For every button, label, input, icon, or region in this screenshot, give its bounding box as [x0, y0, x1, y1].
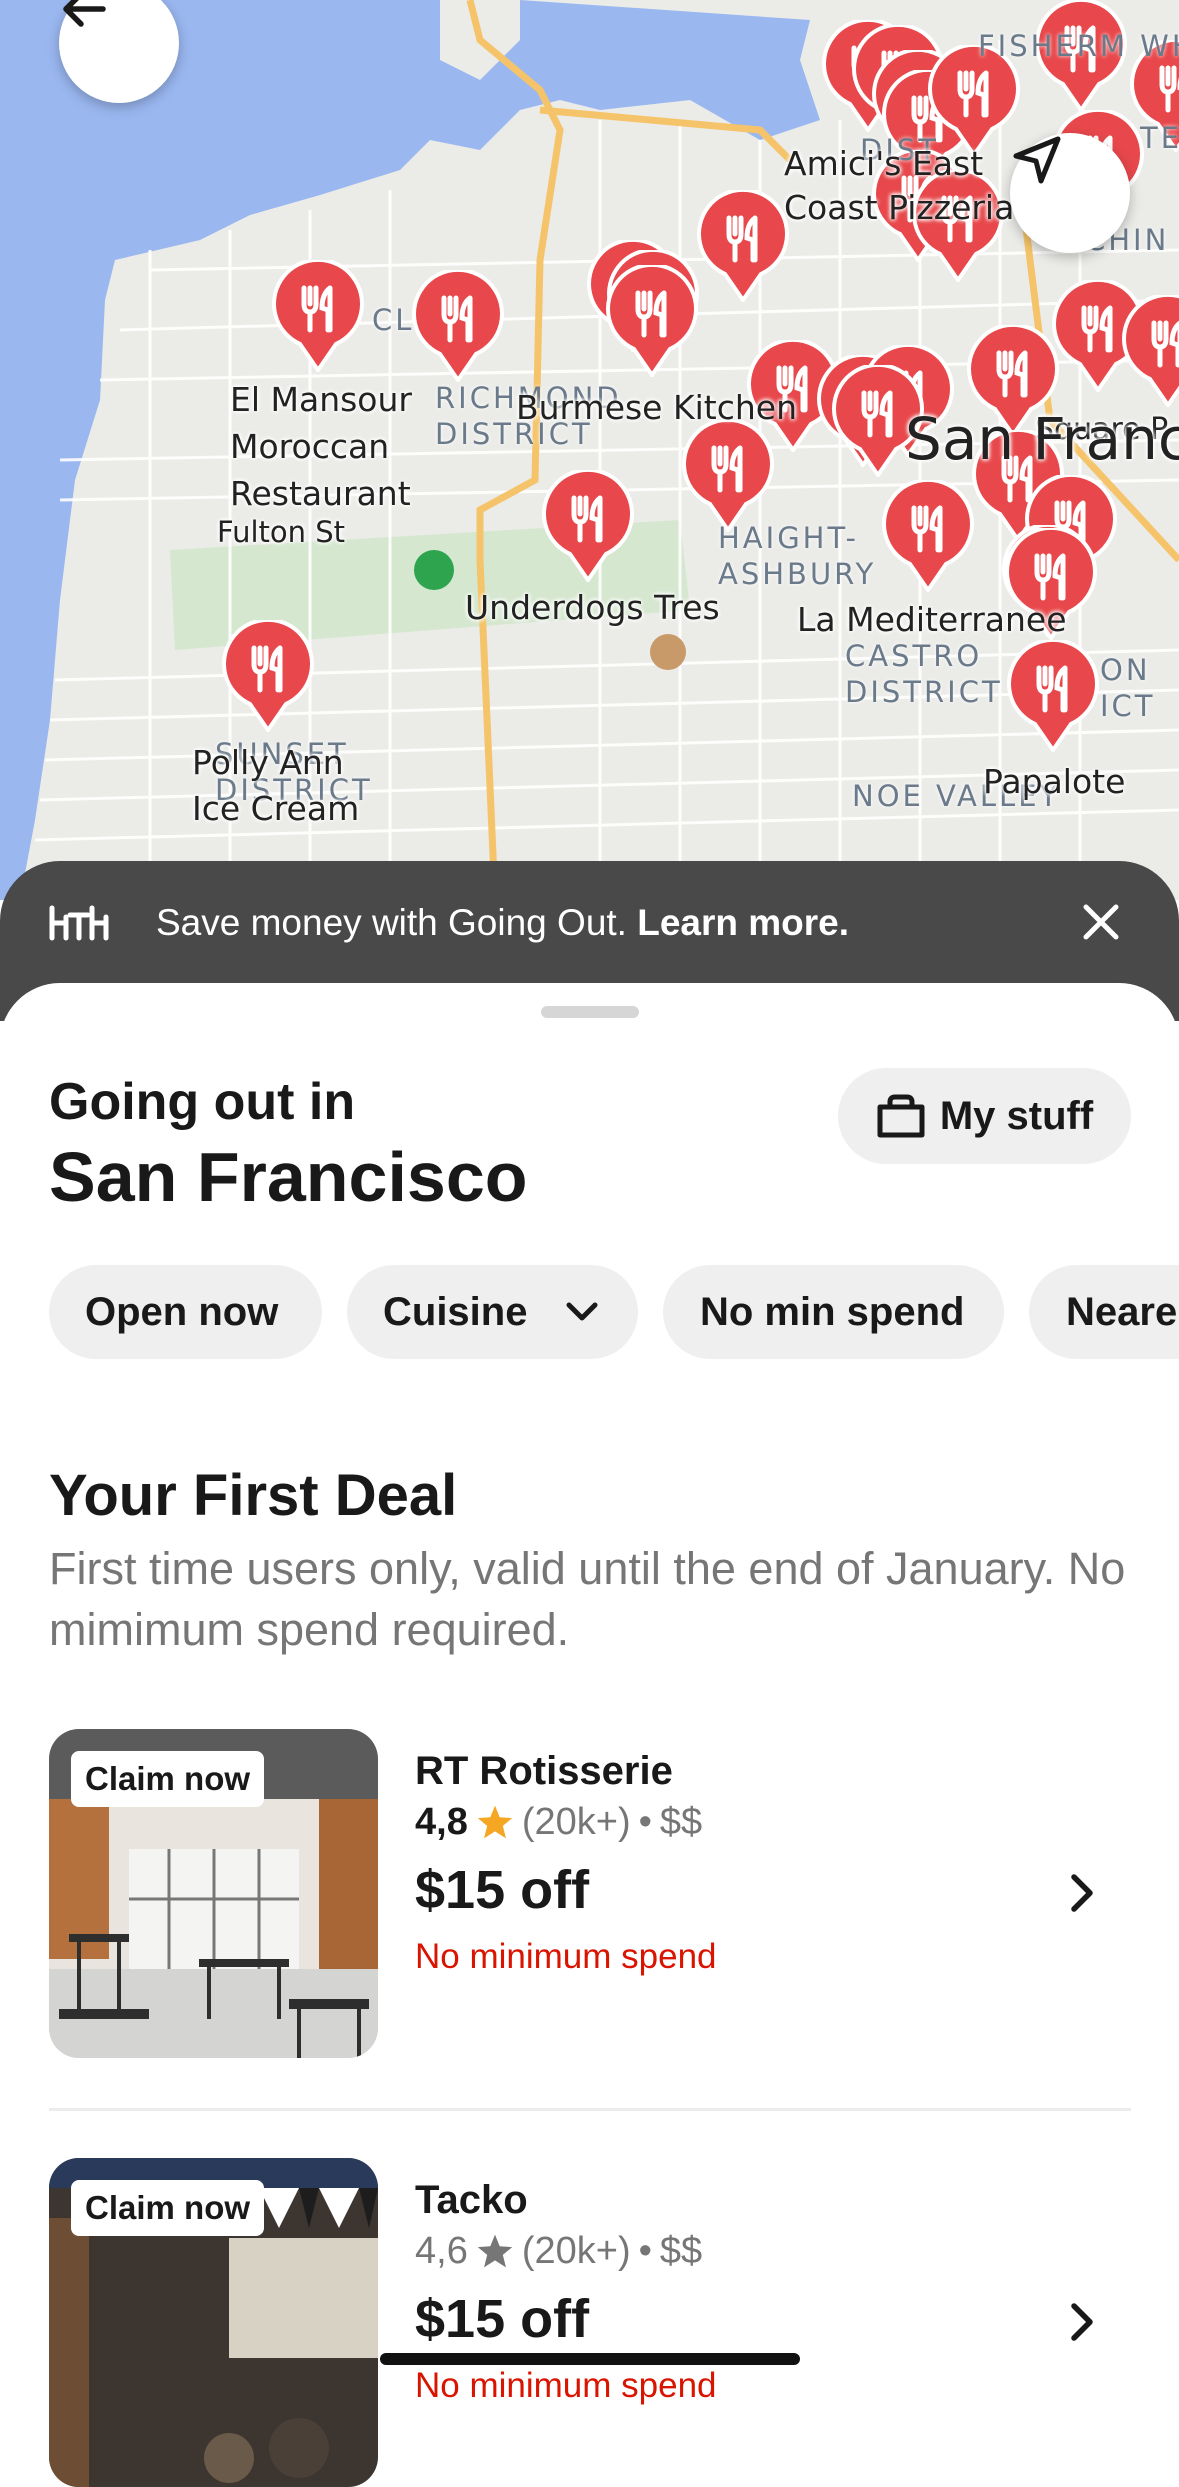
page-subtitle: Going out in: [49, 1073, 356, 1131]
price-level: $$: [659, 1801, 703, 1843]
restaurant-pin-icon[interactable]: [680, 420, 776, 532]
map-label-el-mansour: El Mansour Moroccan Restaurant: [230, 380, 412, 513]
section-description: First time users only, valid until the e…: [49, 1543, 1126, 1655]
filter-nearest[interactable]: Neare: [1029, 1265, 1179, 1359]
bag-icon: [877, 1094, 925, 1138]
restaurant-name: RT Rotisserie: [415, 1749, 673, 1793]
chevron-down-icon: [566, 1302, 598, 1321]
restaurant-pin-icon[interactable]: [1120, 295, 1179, 407]
restaurant-pin-icon[interactable]: [1005, 640, 1101, 752]
locate-me-button[interactable]: [1010, 133, 1130, 253]
restaurant-pin-icon[interactable]: [270, 260, 366, 372]
divider: [49, 2108, 1131, 2111]
chevron-right-icon[interactable]: [1060, 1871, 1104, 1915]
map-label-fulton: Fulton St: [217, 515, 346, 549]
map-view[interactable]: FISHERM WHA CHIN TE CL DIST RICHMOND DIS…: [0, 0, 1179, 900]
restaurant-photo: Claim now: [49, 1729, 378, 2058]
offer-amount: $15 off: [415, 1860, 590, 1920]
restaurant-pin-icon[interactable]: [410, 270, 506, 382]
close-icon[interactable]: [1082, 903, 1120, 941]
offer-amount: $15 off: [415, 2289, 590, 2349]
offer-condition: No minimum spend: [415, 1937, 717, 1976]
district-label: CL: [372, 303, 415, 337]
learn-more-link[interactable]: Learn more.: [637, 902, 849, 943]
chevron-right-icon[interactable]: [1060, 2300, 1104, 2344]
district-label-mission: ON ICT: [1100, 653, 1156, 723]
restaurant-pin-icon[interactable]: [220, 620, 316, 732]
district-label-castro: CASTRO DISTRICT: [845, 639, 1003, 709]
map-label-la-mediterranee: La Mediterranee: [797, 600, 1067, 639]
district-label-haight: HAIGHT- ASHBURY: [718, 521, 877, 591]
filter-no-min-spend[interactable]: No min spend: [663, 1265, 1004, 1359]
rating-value: 4,8: [415, 1801, 468, 1843]
my-stuff-button[interactable]: My stuff: [838, 1068, 1131, 1164]
rating-row: 4,6 (20k+) • $$: [415, 2227, 702, 2275]
filter-label: Cuisine: [383, 1289, 528, 1334]
restaurant-pin-icon[interactable]: [604, 265, 700, 377]
promo-banner-message: Save money with Going Out.: [156, 902, 627, 943]
district-label: FISHERM WHA: [978, 29, 1179, 63]
restaurant-photo: Claim now: [49, 2158, 378, 2487]
restaurant-pin-icon[interactable]: [880, 480, 976, 592]
map-label-underdogs: Underdogs Tres: [465, 588, 720, 627]
dot-separator: •: [638, 1801, 652, 1843]
map-label-amicis: Amici's East Coast Pizzeria: [784, 144, 1015, 227]
filter-label: No min spend: [700, 1289, 965, 1334]
sheet-drag-handle[interactable]: [541, 1006, 639, 1018]
claim-now-badge: Claim now: [71, 1751, 265, 1807]
map-label-burmese: Burmese Kitchen: [516, 388, 797, 427]
arrow-left-icon: [63, 0, 106, 27]
promo-banner-text: Save money with Going Out. Learn more.: [156, 899, 849, 947]
star-icon: [477, 2234, 513, 2268]
offer-condition: No minimum spend: [415, 2366, 717, 2405]
dot-separator: •: [638, 2230, 652, 2272]
star-icon: [477, 1805, 513, 1839]
section-title: Your First Deal: [49, 1463, 458, 1528]
my-stuff-label: My stuff: [939, 1093, 1094, 1138]
claim-now-badge: Claim now: [71, 2180, 265, 2236]
review-count: (20k+): [521, 1801, 631, 1843]
restaurant-name: Tacko: [415, 2178, 528, 2222]
map-label-papalote: Papalote: [983, 762, 1126, 801]
restaurant-pin-icon[interactable]: [540, 470, 636, 582]
filter-label: Open now: [85, 1289, 279, 1334]
price-level: $$: [659, 2230, 703, 2272]
filter-label: Neare: [1066, 1289, 1178, 1334]
map-label-polly-ann: Polly Ann Ice Cream: [192, 743, 360, 828]
restaurant-pin-icon[interactable]: [695, 190, 791, 302]
navigation-arrow-icon: [1013, 136, 1061, 184]
review-count: (20k+): [521, 2230, 631, 2272]
filter-cuisine[interactable]: Cuisine: [347, 1265, 638, 1359]
home-indicator: [380, 2353, 800, 2365]
going-out-logo-icon: [49, 905, 109, 941]
filter-open-now[interactable]: Open now: [49, 1265, 322, 1359]
map-label-city: San Franci: [905, 405, 1179, 473]
rating-row: 4,8 (20k+) • $$: [415, 1798, 702, 1846]
rating-value: 4,6: [415, 2230, 468, 2272]
district-label: TE: [1140, 121, 1179, 155]
page-title: San Francisco: [49, 1138, 528, 1216]
